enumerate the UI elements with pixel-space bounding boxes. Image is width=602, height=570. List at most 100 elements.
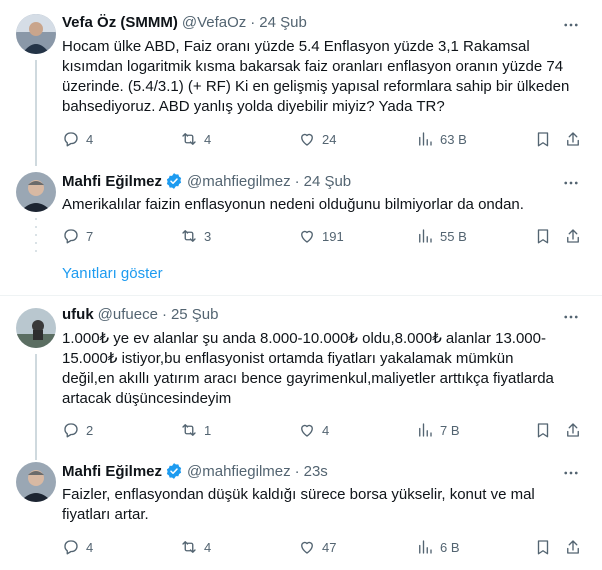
like-icon (301, 541, 313, 554)
view-count: 55 B (440, 228, 467, 244)
reply-button[interactable]: 2 (62, 421, 93, 439)
tweet-actions: 7 3 191 55 B (62, 227, 582, 247)
like-icon (301, 424, 313, 437)
reply-button[interactable]: 4 (62, 130, 93, 148)
show-replies-link[interactable]: Yanıtları göster (62, 265, 163, 282)
author-handle[interactable]: @VefaOz (182, 14, 246, 31)
more-icon[interactable] (562, 464, 580, 482)
bookmark-icon (537, 229, 549, 244)
share-icon (567, 132, 579, 146)
views-button[interactable]: 6 B (416, 538, 460, 556)
more-icon[interactable] (562, 16, 580, 34)
more-icon[interactable] (562, 308, 580, 326)
tweet-text-line: üzerinde. (5.4/3.1) (+ RF) Ki en gelişmi… (62, 78, 570, 95)
like-count: 24 (322, 131, 337, 147)
like-count: 191 (322, 228, 344, 244)
repost-icon (182, 541, 196, 553)
author-name[interactable]: Vefa Öz (SMMM) (62, 14, 178, 31)
like-count: 47 (322, 539, 337, 555)
timestamp[interactable]: 24 Şub (304, 173, 352, 190)
repost-button[interactable]: 4 (180, 538, 211, 556)
bookmark-button[interactable] (534, 538, 552, 556)
author-name[interactable]: Mahfi Eğilmez (62, 173, 162, 190)
tweet[interactable]: Mahfi Eğilmez @mahfiegilmez · 23s Faizle… (0, 452, 602, 570)
reply-icon (64, 423, 78, 438)
separator-dot: · (161, 306, 167, 323)
tweet-text: 1.000₺ ye ev alanlar şu anda 8.000-10.00… (62, 329, 582, 409)
timestamp[interactable]: 23s (304, 463, 328, 480)
tweet[interactable]: Vefa Öz (SMMM) @VefaOz · 24 Şub Hocam ül… (0, 0, 602, 164)
tweet-header: Vefa Öz (SMMM) @VefaOz · 24 Şub (62, 14, 307, 31)
view-count: 7 B (440, 422, 460, 438)
bookmark-icon (537, 423, 549, 438)
bookmark-button[interactable] (534, 227, 552, 245)
tweet-text: Hocam ülke ABD, Faiz oranı yüzde 5.4 Enf… (62, 37, 582, 117)
like-button[interactable]: 47 (298, 538, 336, 556)
tweet-actions: 4 4 47 6 B (62, 538, 582, 558)
timestamp[interactable]: 24 Şub (259, 14, 307, 31)
tweet-text-line: Amerikalılar faizin enflasyonun nedeni o… (62, 196, 524, 213)
author-handle[interactable]: @mahfiegilmez (187, 463, 291, 480)
share-button[interactable] (564, 130, 582, 148)
share-icon (567, 540, 579, 554)
verified-badge-icon (166, 173, 182, 189)
share-icon (567, 423, 579, 437)
like-button[interactable]: 4 (298, 421, 329, 439)
views-button[interactable]: 63 B (416, 130, 467, 148)
reply-count: 4 (86, 539, 94, 555)
avatar[interactable] (16, 172, 56, 212)
tweet-text-line: değil,en akıllı yatırım aracı bence gayr… (62, 370, 554, 387)
author-handle[interactable]: @mahfiegilmez (187, 173, 291, 190)
tweet-text-line: Faizler, enflasyondan düşük kaldığı süre… (62, 486, 535, 503)
author-handle[interactable]: @ufuece (98, 306, 158, 323)
tweet-text-line: fiyatları artar. (62, 506, 149, 523)
repost-count: 4 (204, 539, 212, 555)
author-name[interactable]: Mahfi Eğilmez (62, 463, 162, 480)
tweet[interactable]: Mahfi Eğilmez @mahfiegilmez · 24 Şub Ame… (0, 164, 602, 260)
separator-dot: · (294, 462, 300, 480)
like-button[interactable]: 24 (298, 130, 336, 148)
views-button[interactable]: 7 B (416, 421, 460, 439)
like-button[interactable]: 191 (298, 227, 344, 245)
like-count: 4 (322, 422, 330, 438)
repost-icon (182, 230, 196, 242)
repost-count: 4 (204, 131, 212, 147)
views-button[interactable]: 55 B (416, 227, 467, 245)
share-button[interactable] (564, 421, 582, 439)
tweet-text-line: bahsediyoruz. ABD yanlış yolda diyebilir… (62, 98, 445, 115)
repost-button[interactable]: 1 (180, 421, 211, 439)
views-icon (419, 229, 432, 243)
reply-count: 7 (86, 228, 94, 244)
avatar[interactable] (16, 462, 56, 502)
reply-count: 4 (86, 131, 94, 147)
tweet-actions: 2 1 4 7 B (62, 421, 582, 441)
tweet-text: Amerikalılar faizin enflasyonun nedeni o… (62, 195, 582, 215)
bookmark-icon (537, 132, 549, 147)
bookmark-button[interactable] (534, 130, 552, 148)
repost-button[interactable]: 4 (180, 130, 211, 148)
tweet-text-line: kısımdan logaritmik kısma bakarsak faiz … (62, 58, 564, 75)
share-button[interactable] (564, 538, 582, 556)
tweet[interactable]: ufuk @ufuece · 25 Şub 1.000₺ ye ev alanl… (0, 296, 602, 452)
reply-button[interactable]: 4 (62, 538, 93, 556)
bookmark-icon (537, 540, 549, 555)
timestamp[interactable]: 25 Şub (171, 306, 219, 323)
share-button[interactable] (564, 227, 582, 245)
author-name[interactable]: ufuk (62, 306, 94, 323)
views-icon (419, 423, 432, 437)
reply-icon (64, 132, 78, 147)
repost-button[interactable]: 3 (180, 227, 211, 245)
reply-icon (64, 540, 78, 555)
tweet-header: Mahfi Eğilmez @mahfiegilmez · 24 Şub (62, 172, 351, 190)
verified-badge-icon (166, 463, 182, 479)
avatar[interactable] (16, 308, 56, 348)
view-count: 6 B (440, 539, 460, 555)
tweet-header: Mahfi Eğilmez @mahfiegilmez · 23s (62, 462, 328, 480)
more-icon[interactable] (562, 174, 580, 192)
repost-icon (182, 424, 196, 436)
avatar[interactable] (16, 14, 56, 54)
separator-dot: · (294, 172, 300, 190)
reply-button[interactable]: 7 (62, 227, 93, 245)
bookmark-button[interactable] (534, 421, 552, 439)
tweet-text-line: artacak düşüncesindeyim (62, 390, 232, 407)
